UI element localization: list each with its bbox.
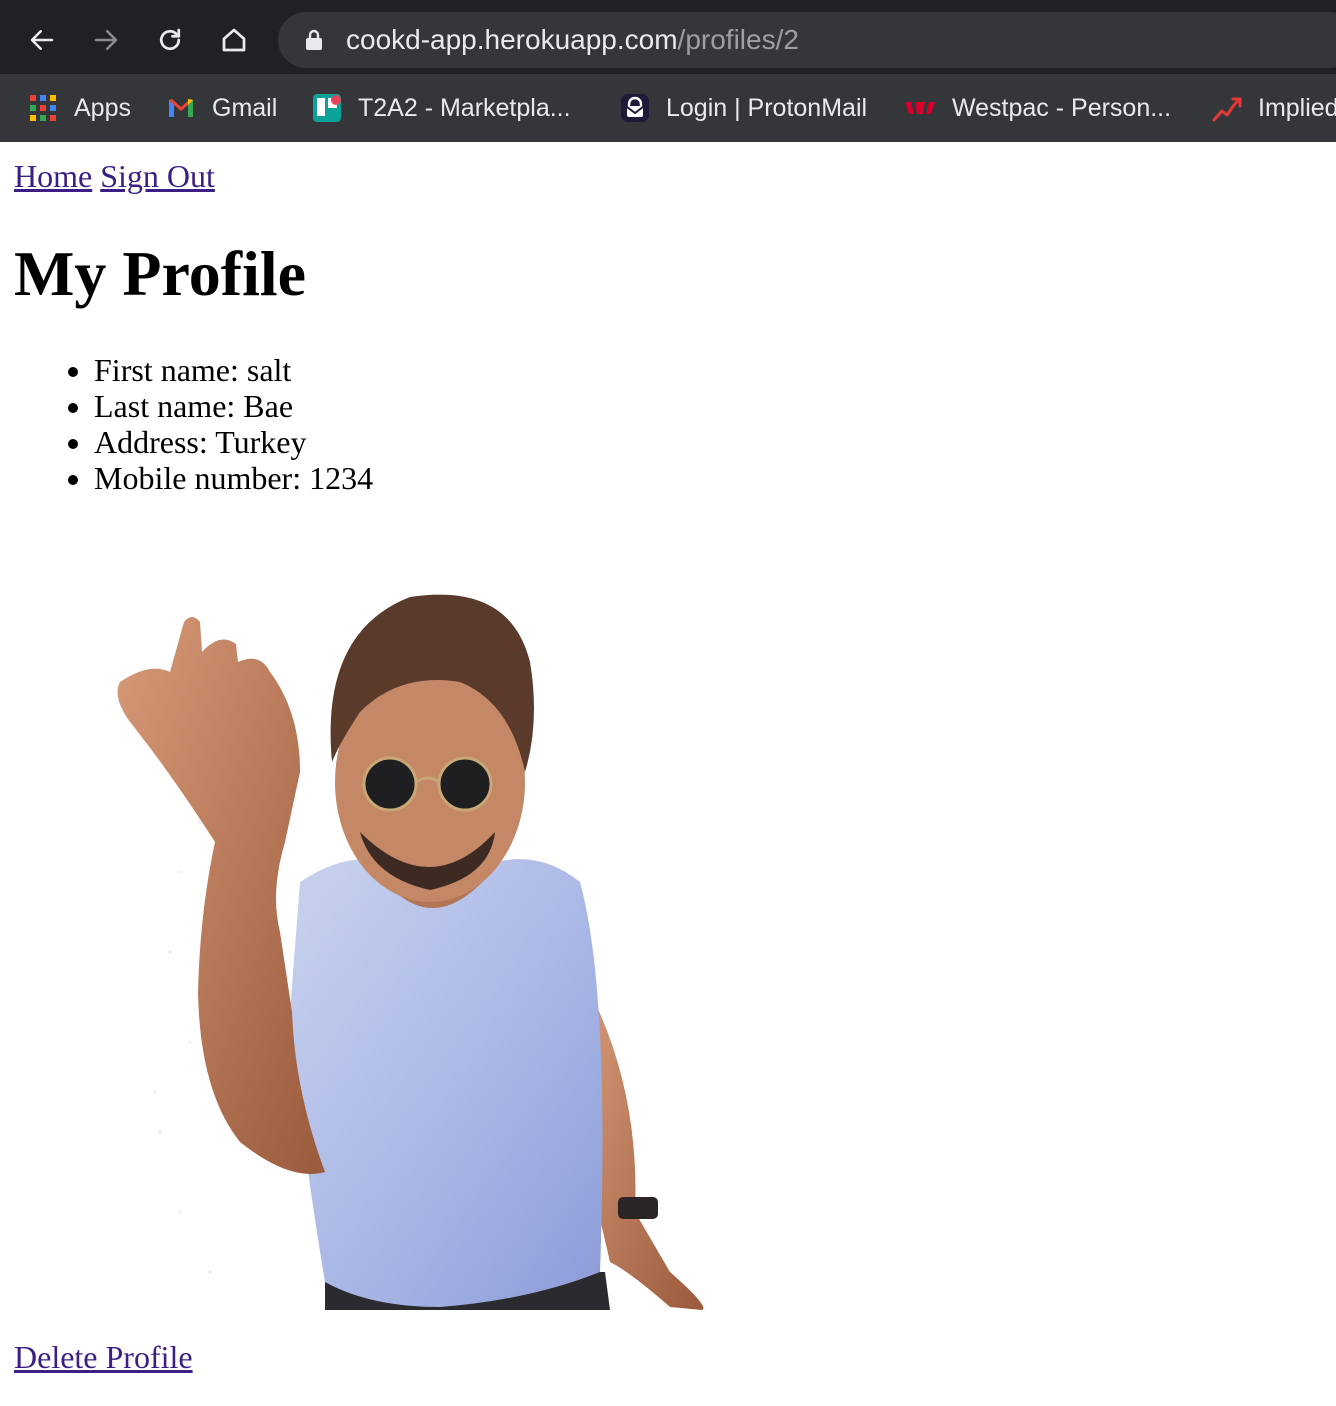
home-icon [222,28,246,52]
back-button[interactable] [22,20,62,60]
top-nav: Home Sign Out [14,156,215,196]
lock-icon [306,29,322,50]
westpac-icon [905,102,935,114]
bookmark-t2a2[interactable]: T2A2 - Marketpla... [312,74,571,142]
page-content: Home Sign Out My Profile First name: sal… [0,142,1336,1406]
home-button[interactable] [214,20,254,60]
home-link[interactable]: Home [14,158,92,194]
forward-button[interactable] [86,20,126,60]
bookmark-apps[interactable]: Apps [28,74,131,142]
bookmark-protonmail[interactable]: Login | ProtonMail [620,74,867,142]
browser-toolbar: cookd-app.herokuapp.com/profiles/2 [0,6,1336,74]
bookmark-label: Gmail [212,93,278,122]
detail-mobile-number: Mobile number: 1234 [94,460,373,496]
browser-chrome: cookd-app.herokuapp.com/profiles/2 Apps [0,0,1336,142]
arrow-left-icon [30,30,54,50]
bookmark-label: Westpac - Person... [952,93,1172,122]
bookmark-label: T2A2 - Marketpla... [358,93,571,122]
delete-profile-link[interactable]: Delete Profile [14,1339,193,1375]
url-host: cookd-app.herokuapp.com [346,24,678,55]
page-title: My Profile [14,238,307,309]
protonmail-icon [621,94,649,122]
url-text: cookd-app.herokuapp.com/profiles/2 [346,12,799,68]
sign-out-link[interactable]: Sign Out [100,158,215,194]
url-path: /profiles/2 [677,24,799,55]
chart-trend-icon [1212,97,1242,122]
bookmark-gmail[interactable]: Gmail [166,74,277,142]
detail-address: Address: Turkey [94,424,373,460]
detail-first-name: First name: salt [94,352,373,388]
gmail-icon [169,99,193,117]
trello-icon [313,94,341,122]
bookmark-westpac[interactable]: Westpac - Person... [904,74,1171,142]
profile-details-list: First name: salt Last name: Bae Address:… [0,352,373,496]
reload-button[interactable] [150,20,190,60]
arrow-right-icon [94,30,118,50]
profile-photo [117,594,704,1310]
address-bar[interactable]: cookd-app.herokuapp.com/profiles/2 [278,12,1336,68]
bookmark-label: Login | ProtonMail [666,93,868,122]
bookmark-label: Implied [1258,93,1336,122]
bookmark-implied[interactable]: Implied [1212,74,1336,142]
bookmarks-bar: Apps Gmail T2A2 - Marketpla... Login | P… [0,74,1336,142]
reload-icon [159,28,181,51]
detail-last-name: Last name: Bae [94,388,373,424]
apps-grid-icon [30,95,56,121]
bookmark-label: Apps [74,93,131,122]
delete-profile-container: Delete Profile [14,1337,193,1377]
